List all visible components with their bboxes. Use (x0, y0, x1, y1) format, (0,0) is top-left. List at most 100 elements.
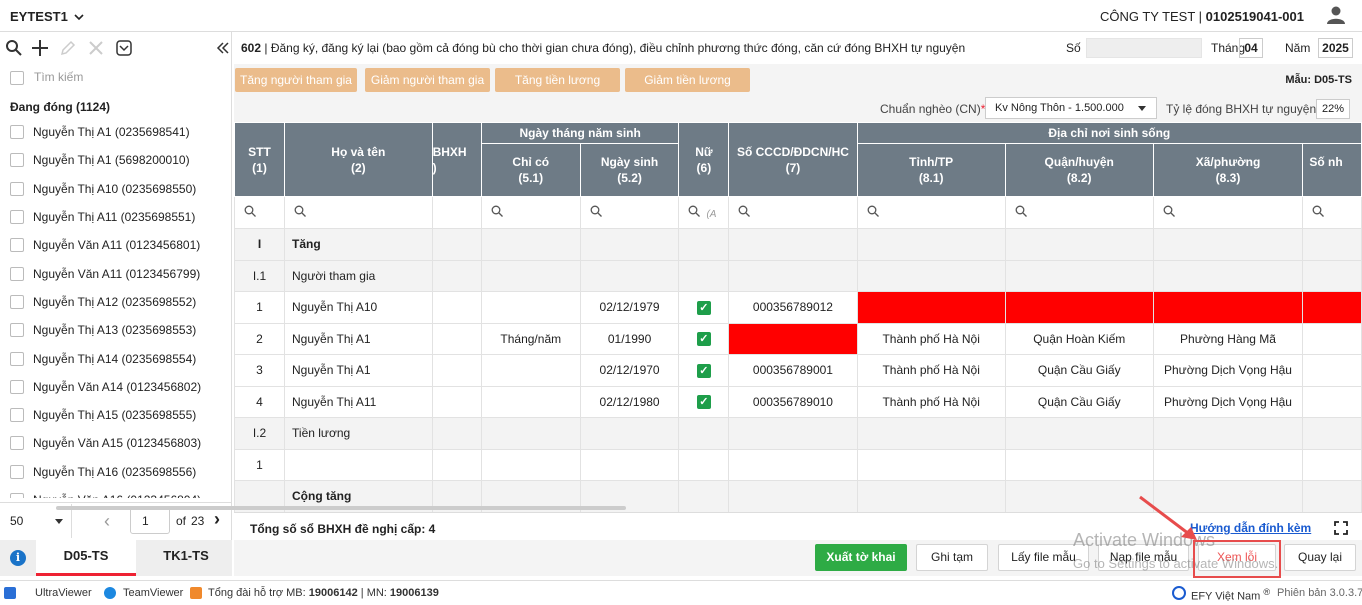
so-input[interactable] (1086, 38, 1202, 58)
cell-nu[interactable]: ✓ (678, 291, 730, 324)
sidebar-employee-item[interactable]: Nguyễn Văn A15 (0123456803) (0, 429, 232, 457)
column-filter[interactable] (284, 196, 433, 229)
cell-chico[interactable]: Tháng/năm (480, 322, 581, 355)
cell-chico[interactable] (480, 228, 581, 261)
check-icon[interactable]: ✓ (696, 363, 711, 378)
delete-icon[interactable] (87, 39, 105, 57)
cell-ngaysinh[interactable]: 02/12/1979 (579, 291, 680, 324)
employee-checkbox[interactable] (10, 351, 24, 366)
column-filter[interactable] (234, 196, 286, 229)
cell-sonha[interactable] (1302, 322, 1362, 355)
cell-hoten[interactable]: Nguyễn Thị A11 (284, 385, 433, 418)
cell-xa[interactable] (1152, 448, 1304, 481)
cell-hoten[interactable]: Tăng (284, 228, 433, 261)
cell-quan[interactable]: Quận Hoàn Kiếm (1004, 322, 1154, 355)
column-filter[interactable] (431, 196, 482, 229)
cell-chico[interactable] (480, 259, 581, 292)
column-filter[interactable] (856, 196, 1006, 229)
cell-sonha[interactable] (1302, 448, 1362, 481)
select-all-checkbox[interactable] (10, 71, 24, 85)
cell-chico[interactable] (480, 354, 581, 387)
cell-quan[interactable] (1004, 480, 1154, 512)
employee-checkbox[interactable] (10, 294, 24, 309)
cell-chico[interactable] (480, 417, 581, 450)
employee-checkbox[interactable] (10, 408, 24, 423)
cell-hoten[interactable]: Nguyễn Thị A1 (284, 354, 433, 387)
cell-nu[interactable] (678, 228, 730, 261)
column-filter[interactable] (1152, 196, 1304, 229)
boolean-filter-select[interactable]: (A (706, 209, 716, 220)
cell-xa[interactable]: Phường Dịch Vọng Hậu (1152, 354, 1304, 387)
cell-sonha[interactable] (1302, 228, 1362, 261)
horizontal-scrollbar[interactable] (56, 506, 626, 510)
sidebar-search[interactable]: Tìm kiếm (8, 68, 223, 90)
cell-xa[interactable]: Phường Dịch Vọng Hậu (1152, 385, 1304, 418)
group-row[interactable]: I.2 Tiền lương (234, 417, 1362, 450)
table-row[interactable]: 2 Nguyễn Thị A1 Tháng/năm 01/1990 ✓ Thành phố… (234, 322, 1362, 355)
employee-checkbox[interactable] (10, 125, 24, 140)
fullscreen-icon[interactable] (1334, 521, 1348, 535)
cell-bhxh[interactable] (431, 448, 482, 481)
employee-checkbox[interactable] (10, 181, 24, 196)
cell-tinh[interactable] (856, 291, 1006, 324)
cell-quan[interactable] (1004, 259, 1154, 292)
group-row[interactable]: I.1 Người tham gia (234, 259, 1362, 292)
cell-chico[interactable] (480, 448, 581, 481)
cell-sonha[interactable] (1302, 259, 1362, 292)
cell-nu[interactable] (678, 480, 730, 512)
cell-stt[interactable]: I (234, 228, 286, 261)
cell-ngaysinh[interactable] (579, 228, 680, 261)
cell-xa[interactable] (1152, 417, 1304, 450)
cell-chico[interactable] (480, 385, 581, 418)
cell-ngaysinh[interactable]: 01/1990 (579, 322, 680, 355)
table-row[interactable]: 1 Nguyễn Thị A10 02/12/1979 ✓ 000356789012 (234, 291, 1362, 324)
sidebar-employee-item[interactable]: Nguyễn Thị A10 (0235698550) (0, 175, 232, 203)
cell-nu[interactable] (678, 448, 730, 481)
cell-ngaysinh[interactable] (579, 448, 680, 481)
edit-icon[interactable] (59, 39, 77, 57)
cell-sonha[interactable] (1302, 385, 1362, 418)
cell-cccd[interactable]: 000356789001 (728, 354, 858, 387)
cell-bhxh[interactable] (431, 291, 482, 324)
cell-quan[interactable] (1004, 448, 1154, 481)
cell-bhxh[interactable] (431, 228, 482, 261)
xuat-to-khai-button[interactable]: Xuất tờ khai (815, 544, 907, 571)
cell-chico[interactable] (480, 291, 581, 324)
select-dropdown-icon[interactable] (115, 39, 133, 57)
tab-tk1-ts[interactable]: TK1-TS (136, 540, 236, 576)
prev-page-icon[interactable]: ‹ (104, 511, 110, 532)
quay-lai-button[interactable]: Quay lại (1284, 544, 1356, 571)
cell-stt[interactable]: 1 (234, 448, 286, 481)
sidebar-employee-item[interactable]: Nguyễn Thị A11 (0235698551) (0, 203, 232, 231)
collapse-icon[interactable] (214, 39, 232, 57)
column-filter[interactable] (1302, 196, 1362, 229)
table-row[interactable]: 3 Nguyễn Thị A1 02/12/1970 ✓ 000356789001 Thà… (234, 354, 1362, 387)
table-row[interactable]: 1 (234, 448, 1362, 481)
cell-tinh[interactable] (856, 228, 1006, 261)
cell-hoten[interactable] (284, 448, 433, 481)
cell-sonha[interactable] (1302, 354, 1362, 387)
cell-ngaysinh[interactable] (579, 259, 680, 292)
cell-stt[interactable]: 3 (234, 354, 286, 387)
cell-tinh[interactable] (856, 259, 1006, 292)
sidebar-employee-item[interactable]: Nguyễn Thị A1 (5698200010) (0, 146, 232, 174)
cell-tinh[interactable] (856, 448, 1006, 481)
cell-bhxh[interactable] (431, 259, 482, 292)
check-icon[interactable]: ✓ (696, 395, 711, 410)
cell-quan[interactable] (1004, 228, 1154, 261)
cell-xa[interactable]: Phường Hàng Mã (1152, 322, 1304, 355)
cell-cccd[interactable] (728, 480, 858, 512)
column-filter[interactable] (1004, 196, 1154, 229)
employee-checkbox[interactable] (10, 464, 24, 479)
ghi-tam-button[interactable]: Ghi tạm (916, 544, 988, 571)
sidebar-employee-item[interactable]: Nguyễn Thị A12 (0235698552) (0, 288, 232, 316)
giam-tien-luong-button[interactable]: Giảm tiền lương (625, 68, 750, 92)
cell-stt[interactable]: 4 (234, 385, 286, 418)
search-input[interactable]: Tìm kiếm (34, 70, 83, 84)
cell-cccd[interactable] (728, 228, 858, 261)
sidebar-employee-item[interactable]: Nguyễn Văn A16 (0123456804) (0, 486, 232, 498)
cell-tinh[interactable] (856, 480, 1006, 512)
column-filter[interactable]: (A (678, 196, 730, 229)
cell-nu[interactable]: ✓ (678, 322, 730, 355)
cell-cccd[interactable] (728, 417, 858, 450)
